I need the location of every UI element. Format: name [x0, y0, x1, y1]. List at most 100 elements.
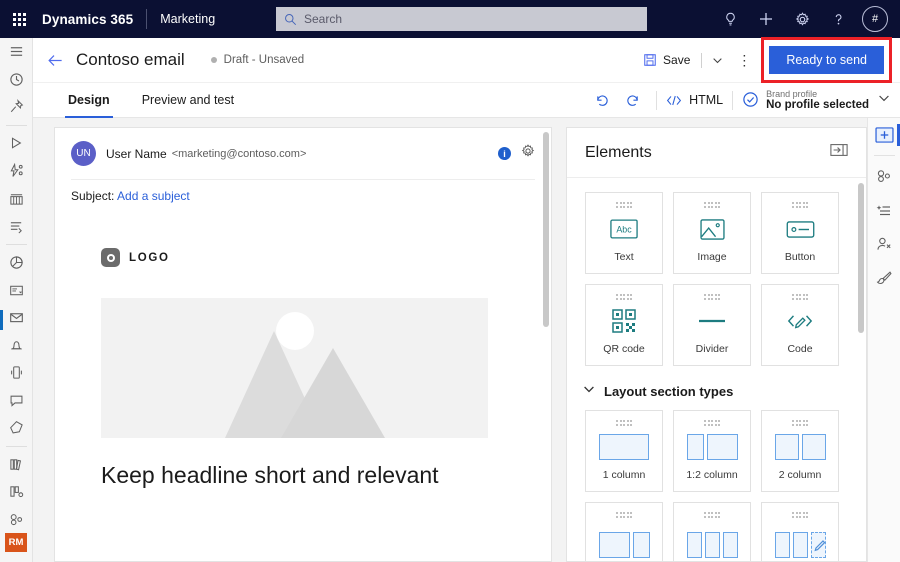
personalization-icon[interactable]	[868, 159, 900, 193]
tab-design[interactable]: Design	[65, 83, 113, 118]
panel-title: Elements	[585, 143, 652, 161]
sender-name: User Name	[106, 146, 167, 161]
page-title: Contoso email	[76, 50, 185, 69]
layout-label: 2 column	[778, 469, 822, 481]
email-body[interactable]: LOGO Keep headline short and relevant	[55, 214, 551, 489]
divider	[873, 155, 895, 156]
email-canvas[interactable]: UN User Name <marketing@contoso.com> i S…	[54, 127, 552, 562]
layout-2-column-icon	[774, 426, 826, 470]
element-card-image[interactable]: Image	[673, 192, 751, 274]
layout-card-custom-column[interactable]	[761, 502, 839, 561]
code-icon	[786, 300, 814, 344]
info-icon[interactable]: i	[498, 147, 511, 160]
chevron-down-icon[interactable]	[878, 91, 890, 109]
top-navigation-bar: Dynamics 365 Marketing Search #	[0, 0, 900, 38]
layout-card-2-column[interactable]: 2 column	[761, 410, 839, 492]
email-headline[interactable]: Keep headline short and relevant	[101, 462, 535, 489]
ready-to-send-button[interactable]: Ready to send	[769, 46, 884, 74]
analytics-icon[interactable]	[0, 249, 33, 277]
gear-icon[interactable]	[784, 0, 820, 38]
custom-channel-icon[interactable]	[0, 414, 33, 442]
subject-label: Subject:	[71, 189, 115, 203]
pin-icon[interactable]	[0, 93, 33, 121]
avatar[interactable]: #	[862, 6, 888, 32]
save-chevron-down-icon[interactable]	[709, 55, 725, 66]
html-button[interactable]: HTML	[666, 93, 723, 107]
brand-check-icon	[743, 92, 758, 108]
image-placeholder-icon	[225, 312, 385, 438]
email-header-actions: i	[498, 144, 535, 163]
code-brackets-icon	[666, 95, 682, 105]
app-launcher-icon[interactable]	[0, 0, 38, 38]
chevron-down-icon[interactable]	[583, 382, 595, 400]
status-badge: Draft - Unsaved	[210, 54, 304, 66]
collapse-panel-icon[interactable]	[830, 143, 848, 162]
layout-label: 1 column	[602, 469, 646, 481]
add-element-icon[interactable]	[868, 118, 900, 152]
push-notification-icon[interactable]	[0, 331, 33, 359]
undo-icon[interactable]	[587, 85, 617, 115]
divider	[5, 243, 27, 245]
element-label: Code	[787, 343, 813, 355]
ready-to-send-wrapper: Ready to send	[761, 37, 892, 83]
menu-icon[interactable]	[0, 38, 33, 66]
element-label: Text	[614, 251, 634, 263]
layout-card-1-2-column[interactable]: 1:2 column	[673, 410, 751, 492]
app-name[interactable]: Marketing	[160, 12, 215, 26]
element-card-text[interactable]: Abc Text	[585, 192, 663, 274]
panel-scrollbar[interactable]	[858, 183, 864, 333]
chat-icon[interactable]	[0, 386, 33, 414]
triggers-icon[interactable]	[0, 157, 33, 185]
element-card-qr-code[interactable]: QR code	[585, 284, 663, 366]
divider	[5, 445, 27, 447]
logo-text: LOGO	[129, 251, 170, 264]
recent-icon[interactable]	[0, 66, 33, 94]
assets-icon[interactable]	[0, 185, 33, 213]
status-dot-icon	[210, 57, 217, 63]
layout-section-header[interactable]: Layout section types	[567, 366, 866, 404]
brand-profile-value: No profile selected	[766, 98, 869, 111]
image-placeholder-block[interactable]	[101, 298, 488, 438]
user-badge[interactable]: RM	[5, 533, 27, 553]
question-icon[interactable]	[820, 0, 856, 38]
overflow-menu-button[interactable]: ⋮	[731, 44, 757, 76]
editor-workspace: UN User Name <marketing@contoso.com> i S…	[33, 118, 900, 562]
back-arrow-icon[interactable]	[38, 44, 72, 76]
gear-icon[interactable]	[521, 144, 535, 163]
forms-icon[interactable]	[0, 276, 33, 304]
journeys-icon[interactable]	[0, 130, 33, 158]
element-card-divider[interactable]: Divider	[673, 284, 751, 366]
audience-icon[interactable]	[0, 506, 33, 534]
layout-card-2-1-column[interactable]	[585, 502, 663, 561]
panel-header: Elements	[567, 128, 866, 178]
canvas-scrollbar[interactable]	[543, 132, 549, 327]
logo-placeholder-icon	[101, 248, 120, 267]
sidebar-item-email[interactable]	[0, 304, 33, 332]
search-input[interactable]: Search	[276, 7, 647, 31]
library-icon[interactable]	[0, 450, 33, 478]
layout-grid: 1 column 1:2 column 2 column	[567, 404, 866, 561]
divider	[146, 9, 148, 29]
sms-text-message-icon[interactable]	[0, 359, 33, 387]
svg-text:Abc: Abc	[616, 225, 632, 235]
templates-icon[interactable]	[0, 478, 33, 506]
element-card-code[interactable]: Code	[761, 284, 839, 366]
tab-preview-and-test[interactable]: Preview and test	[139, 83, 237, 118]
brand-profile-selector[interactable]: Brand profile No profile selected	[742, 89, 890, 112]
segments-icon[interactable]	[0, 212, 33, 240]
logo-block[interactable]: LOGO	[71, 214, 535, 267]
redo-icon[interactable]	[617, 85, 647, 115]
content-list-icon[interactable]	[868, 193, 900, 227]
save-button[interactable]: Save	[639, 53, 694, 67]
audience-icon[interactable]	[868, 227, 900, 261]
brand-name[interactable]: Dynamics 365	[42, 12, 133, 27]
element-label: Button	[784, 251, 816, 263]
layout-card-1-column[interactable]: 1 column	[585, 410, 663, 492]
add-subject-link[interactable]: Add a subject	[117, 189, 190, 203]
lightbulb-icon[interactable]	[712, 0, 748, 38]
html-label: HTML	[689, 93, 724, 107]
styles-brush-icon[interactable]	[868, 261, 900, 295]
element-card-button[interactable]: Button	[761, 192, 839, 274]
plus-icon[interactable]	[748, 0, 784, 38]
layout-card-3-column[interactable]	[673, 502, 751, 561]
